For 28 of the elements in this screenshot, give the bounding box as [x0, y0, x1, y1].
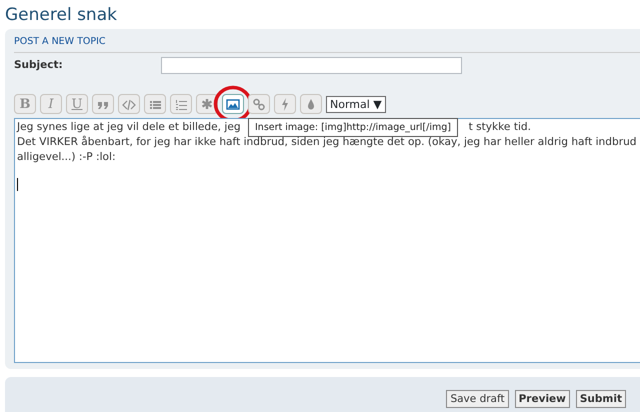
toolbar-button[interactable]	[144, 94, 166, 114]
form-button[interactable]: Submit	[576, 390, 626, 408]
toolbar-button[interactable]	[248, 94, 270, 114]
toolbar-button[interactable]	[222, 94, 244, 114]
toolbar-button[interactable]	[92, 94, 114, 114]
text-cursor	[17, 178, 18, 192]
form-button[interactable]: Preview	[514, 390, 570, 408]
image-icon	[226, 97, 240, 112]
asterisk-icon	[200, 97, 214, 112]
toolbar-button[interactable]	[300, 94, 322, 114]
editor-text: Det VIRKER åbenbart, for jeg har ikke haft indbrud, siden jeg hængte det op. (okay, jeg har heller aldrig haft indbrud	[17, 135, 637, 150]
editor-text: t stykke tid.	[468, 120, 532, 136]
tooltip: Insert image: [img]http://image_url[/img]	[248, 118, 458, 138]
message-editor[interactable]	[14, 118, 640, 364]
link-icon	[252, 97, 266, 112]
numbered-list-icon	[174, 97, 188, 112]
toolbar-button[interactable]	[118, 94, 140, 114]
panel-heading: POST A NEW TOPIC	[14, 35, 640, 54]
toolbar-button[interactable]	[274, 94, 296, 114]
form-button[interactable]: Save draft	[446, 390, 509, 408]
page-title: Generel snak	[5, 4, 118, 27]
subject-field[interactable]	[161, 57, 462, 74]
editor-text: Jeg synes lige at jeg vil dele et billede, jeg	[17, 120, 241, 136]
font-size-select[interactable]: Normal ▼	[326, 96, 386, 113]
subject-label: Subject:	[14, 58, 64, 73]
code-icon	[122, 97, 136, 112]
toolbar-button[interactable]	[170, 94, 192, 114]
editor-text: alligevel...) :-P :lol:	[17, 150, 116, 166]
